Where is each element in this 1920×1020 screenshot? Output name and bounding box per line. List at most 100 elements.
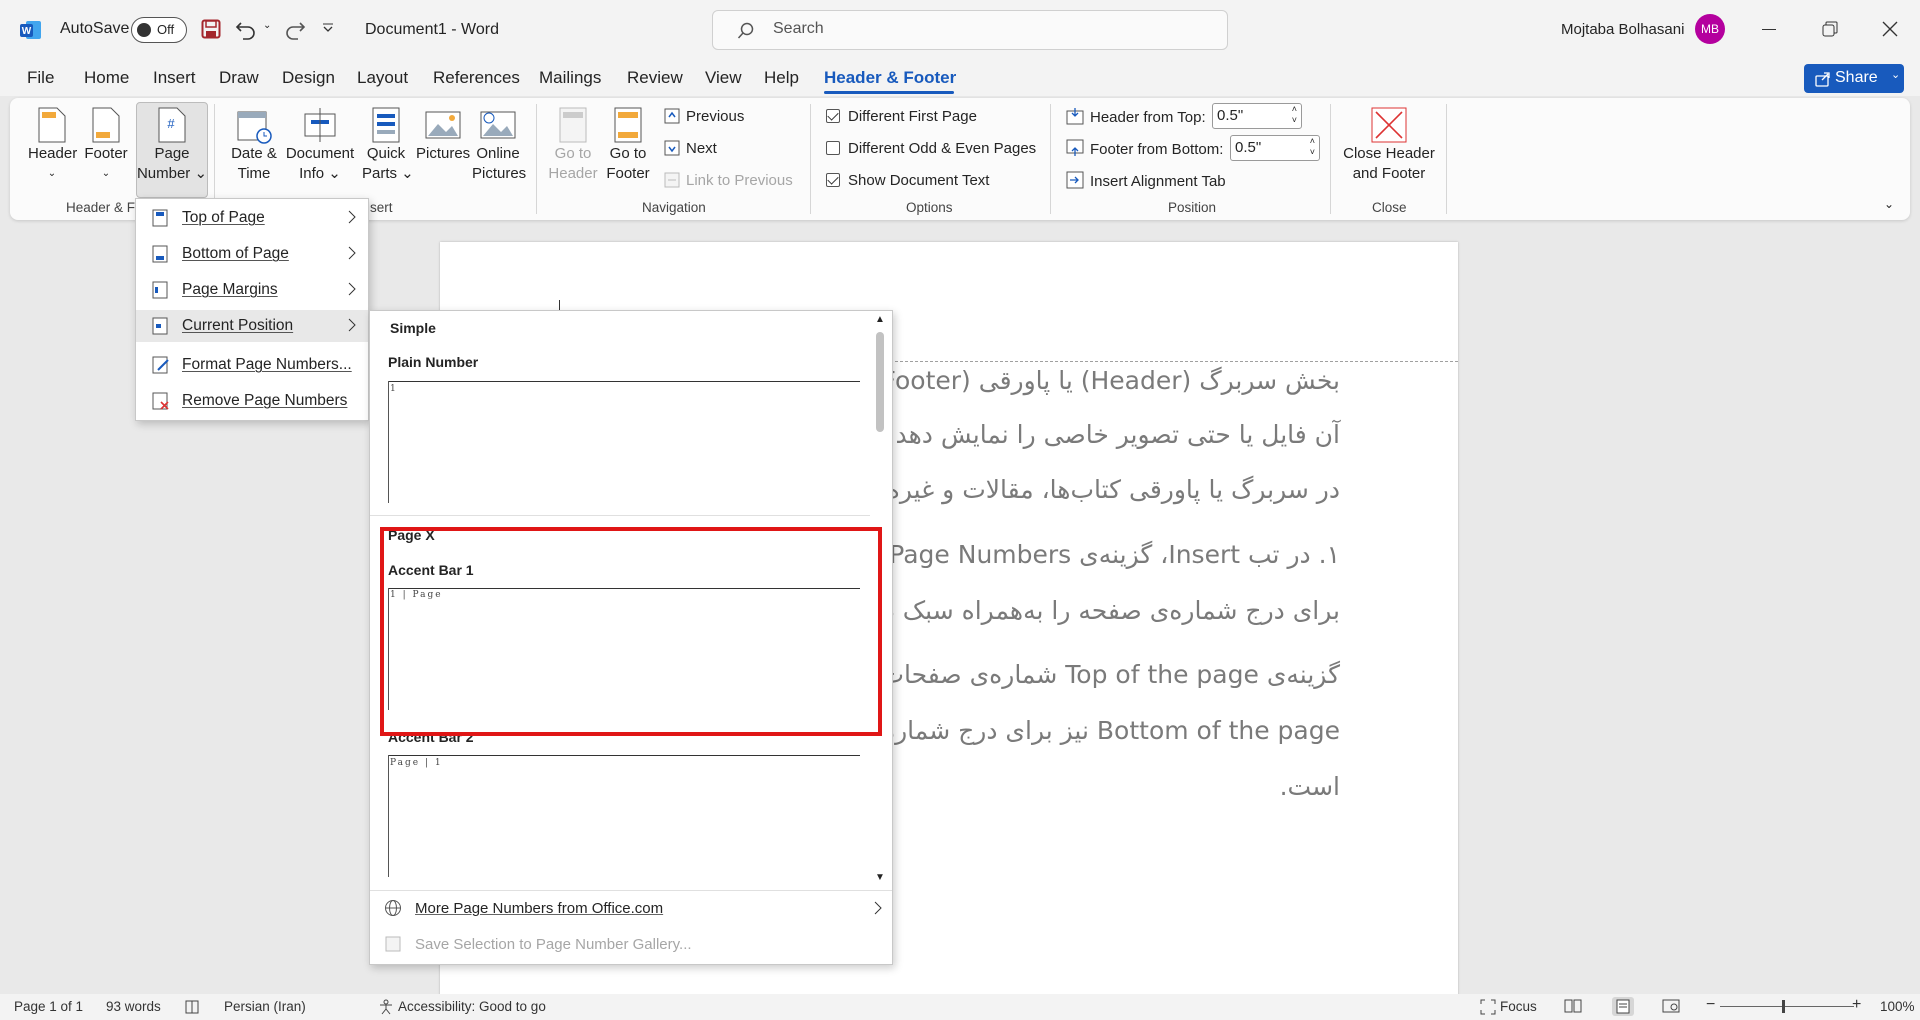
page-count[interactable]: Page 1 of 1 (14, 999, 83, 1014)
spinner-arrows-icon[interactable]: ˄ ˅ (1310, 136, 1315, 158)
insert-alignment-tab-button[interactable]: Insert Alignment Tab (1066, 171, 1226, 192)
more-page-numbers-button[interactable]: More Page Numbers from Office.com (370, 893, 892, 923)
zoom-slider[interactable] (1720, 1006, 1854, 1007)
avatar[interactable]: MB (1695, 14, 1725, 44)
gallery-preview-accent-bar-2[interactable]: Page | 1 (390, 758, 443, 768)
chevron-right-icon (348, 246, 356, 260)
show-document-text-checkbox[interactable]: Show Document Text (826, 171, 989, 191)
different-first-page-checkbox[interactable]: Different First Page (826, 107, 977, 127)
menu-item-bottom-of-page[interactable]: Bottom of Page (136, 238, 368, 270)
tab-header-footer[interactable]: Header & Footer (824, 68, 956, 88)
word-logo-icon: W (20, 19, 42, 41)
tab-home[interactable]: Home (84, 68, 129, 88)
gallery-scrollbar[interactable]: ▲ ▼ (870, 312, 890, 890)
menu-item-remove-page-numbers[interactable]: Remove Page Numbers (136, 385, 368, 417)
document-info-icon (304, 108, 336, 142)
tab-mailings[interactable]: Mailings (539, 68, 601, 88)
web-layout-icon[interactable] (1662, 998, 1680, 1014)
different-first-page-label: Different First Page (848, 108, 977, 125)
quick-parts-button[interactable]: Quick Parts ⌄ (362, 106, 414, 184)
spinner-arrows-icon[interactable]: ˄ ˅ (1292, 104, 1297, 126)
header-button[interactable]: Header ⌄ (28, 106, 78, 184)
page-number-button[interactable]: # Page Number ⌄ (136, 106, 208, 184)
group-label-navigation: Navigation (642, 200, 706, 215)
go-to-footer-button[interactable]: Go to Footer (602, 106, 654, 184)
redo-icon[interactable] (284, 18, 306, 40)
go-to-header-button[interactable]: Go to Header (548, 106, 598, 184)
focus-label[interactable]: Focus (1500, 999, 1537, 1014)
online-pictures-button[interactable]: Online Pictures (472, 106, 526, 184)
save-selection-label: Save Selection to Page Number Gallery... (415, 936, 692, 953)
tab-layout[interactable]: Layout (357, 68, 408, 88)
zoom-slider-thumb[interactable] (1782, 1000, 1785, 1013)
pictures-button[interactable]: Pictures (416, 106, 470, 164)
undo-dropdown-icon[interactable]: ⌄ (263, 20, 271, 31)
print-layout-icon[interactable] (1612, 997, 1634, 1016)
footer-label: Footer (84, 145, 128, 162)
close-header-footer-button[interactable]: Close Header and Footer (1340, 106, 1438, 184)
search-box[interactable]: Search (712, 10, 1228, 50)
chevron-right-icon (874, 901, 882, 915)
menu-item-current-position[interactable]: Current Position (136, 310, 368, 342)
scroll-up-icon[interactable]: ▲ (875, 314, 885, 325)
accessibility-status[interactable]: Accessibility: Good to go (398, 999, 546, 1014)
focus-icon[interactable] (1480, 999, 1496, 1015)
next-button[interactable]: Next (664, 139, 717, 159)
collapse-ribbon-icon[interactable]: ⌄ (1884, 197, 1894, 211)
menu-item-format-page-numbers[interactable]: Format Page Numbers... (136, 349, 368, 381)
customize-qat-icon[interactable] (322, 22, 334, 34)
footer-from-bottom-input[interactable]: 0.5" ˄ ˅ (1230, 135, 1320, 161)
restore-icon[interactable] (1822, 21, 1838, 37)
tab-design[interactable]: Design (282, 68, 335, 88)
tab-draw[interactable]: Draw (219, 68, 259, 88)
zoom-out-icon[interactable]: − (1706, 996, 1715, 1014)
footer-button[interactable]: Footer ⌄ (84, 106, 128, 184)
undo-icon[interactable] (235, 18, 257, 40)
zoom-level[interactable]: 100% (1880, 999, 1915, 1014)
link-icon (664, 172, 680, 188)
date-time-button[interactable]: Date & Time (228, 106, 280, 184)
menu-item-page-margins[interactable]: Page Margins (136, 274, 368, 306)
close-window-icon[interactable] (1882, 21, 1898, 37)
menu-item-top-of-page[interactable]: Top of Page (136, 202, 368, 234)
share-dropdown-icon[interactable]: ⌄ (1891, 68, 1900, 81)
accessibility-icon[interactable] (378, 999, 394, 1015)
link-to-previous-button[interactable]: Link to Previous (664, 171, 793, 191)
save-selection-button[interactable]: Save Selection to Page Number Gallery... (370, 929, 892, 959)
page-number-label-1: Page (154, 145, 190, 162)
tab-view[interactable]: View (705, 68, 742, 88)
share-button[interactable]: Share ⌄ (1804, 64, 1904, 93)
scroll-down-icon[interactable]: ▼ (875, 872, 885, 883)
minimize-icon[interactable] (1762, 29, 1776, 30)
tab-file[interactable]: File (27, 68, 54, 88)
tab-review[interactable]: Review (627, 68, 683, 88)
header-from-top-input[interactable]: 0.5" ˄ ˅ (1212, 103, 1302, 129)
document-info-button[interactable]: Document Info ⌄ (284, 106, 356, 184)
page-number-label-2: Number ⌄ (136, 165, 208, 182)
header-from-top: Header from Top: (1066, 107, 1206, 128)
different-odd-even-checkbox[interactable]: Different Odd & Even Pages (826, 139, 1036, 159)
zoom-in-icon[interactable]: + (1852, 996, 1861, 1014)
svg-text:W: W (22, 26, 32, 37)
checkbox-checked (826, 173, 840, 187)
save-icon[interactable] (201, 19, 221, 39)
tab-help[interactable]: Help (764, 68, 799, 88)
header-dropdown-icon: ⌄ (47, 168, 57, 179)
group-label-insert: sert (370, 200, 393, 215)
gallery-preview-plain[interactable]: 1 (390, 384, 398, 394)
scroll-thumb[interactable] (876, 332, 884, 432)
autosave-toggle[interactable]: Off (131, 17, 187, 43)
language[interactable]: Persian (Iran) (224, 999, 306, 1014)
word-count[interactable]: 93 words (106, 999, 161, 1014)
header-label: Header (28, 145, 78, 162)
tab-references[interactable]: References (433, 68, 520, 88)
header-position-icon (1066, 107, 1084, 125)
read-mode-icon[interactable] (1564, 998, 1582, 1014)
previous-button[interactable]: Previous (664, 107, 744, 127)
user-name[interactable]: Mojtaba Bolhasani (1561, 21, 1684, 38)
proofing-icon[interactable] (184, 999, 200, 1015)
doc-line-7: Bottom of the page نیز برای درج شماره‌ی … (824, 716, 1340, 745)
next-label: Next (686, 140, 717, 157)
doc-line-3: در سربرگ یا پاورقی کتاب‌ها، مقالات و غیر… (822, 475, 1340, 504)
tab-insert[interactable]: Insert (153, 68, 196, 88)
